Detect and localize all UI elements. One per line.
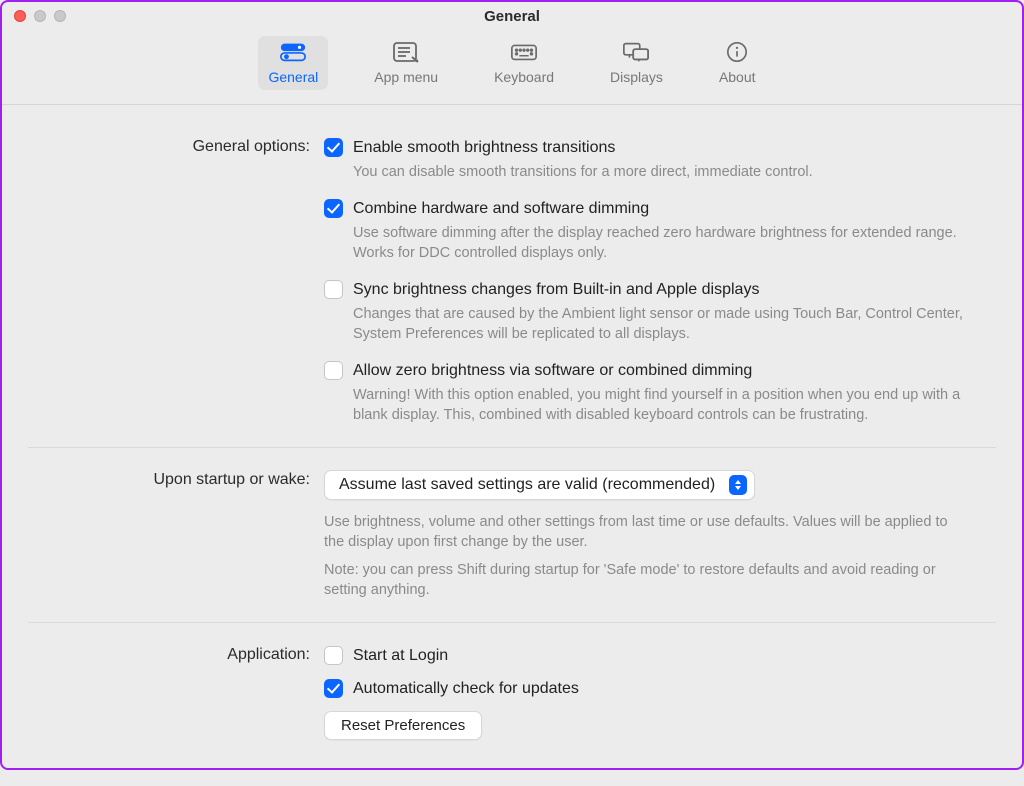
option-label: Start at Login: [353, 645, 448, 666]
section-label: General options:: [28, 137, 324, 429]
option-description: Use software dimming after the display r…: [353, 223, 993, 263]
option-description: Changes that are caused by the Ambient l…: [353, 304, 993, 344]
displays-icon: [621, 41, 651, 63]
chevron-up-down-icon: [729, 475, 747, 495]
tab-displays[interactable]: Displays: [600, 36, 673, 90]
checkbox-sync-brightness[interactable]: [324, 280, 343, 299]
checkbox-allow-zero-brightness[interactable]: [324, 361, 343, 380]
tab-label: General: [268, 69, 318, 85]
tab-label: App menu: [374, 69, 438, 85]
option-description: Use brightness, volume and other setting…: [324, 512, 964, 552]
menu-icon: [391, 41, 421, 63]
checkbox-combine-dimming[interactable]: [324, 199, 343, 218]
tab-general[interactable]: General: [258, 36, 328, 90]
preferences-toolbar: General App menu Keyboard: [2, 30, 1022, 105]
info-icon: [722, 41, 752, 63]
checkbox-check-updates[interactable]: [324, 679, 343, 698]
tab-label: Displays: [610, 69, 663, 85]
tab-label: Keyboard: [494, 69, 554, 85]
titlebar: General: [2, 2, 1022, 30]
option-description: Note: you can press Shift during startup…: [324, 560, 964, 600]
select-value: Assume last saved settings are valid (re…: [339, 476, 715, 494]
tab-keyboard[interactable]: Keyboard: [484, 36, 564, 90]
section-label: Upon startup or wake:: [28, 470, 324, 604]
section-label: Application:: [28, 645, 324, 740]
checkbox-start-at-login[interactable]: [324, 646, 343, 665]
option-description: Warning! With this option enabled, you m…: [353, 385, 993, 425]
section-general-options: General options: Enable smooth brightnes…: [28, 133, 996, 448]
option-label: Combine hardware and software dimming: [353, 198, 649, 219]
startup-behavior-select[interactable]: Assume last saved settings are valid (re…: [324, 470, 755, 500]
option-label: Sync brightness changes from Built-in an…: [353, 279, 759, 300]
window-title: General: [2, 8, 1022, 25]
option-label: Automatically check for updates: [353, 678, 579, 699]
option-description: You can disable smooth transitions for a…: [353, 162, 993, 182]
reset-preferences-button[interactable]: Reset Preferences: [324, 711, 482, 740]
option-label: Enable smooth brightness transitions: [353, 137, 615, 158]
section-startup: Upon startup or wake: Assume last saved …: [28, 466, 996, 623]
keyboard-icon: [509, 41, 539, 63]
section-application: Application: Start at Login Automaticall…: [28, 641, 996, 758]
toggle-icon: [278, 41, 308, 63]
tab-about[interactable]: About: [709, 36, 766, 90]
content-area: General options: Enable smooth brightnes…: [2, 105, 1022, 786]
tab-label: About: [719, 69, 756, 85]
tab-app-menu[interactable]: App menu: [364, 36, 448, 90]
checkbox-smooth-transitions[interactable]: [324, 138, 343, 157]
option-label: Allow zero brightness via software or co…: [353, 360, 752, 381]
